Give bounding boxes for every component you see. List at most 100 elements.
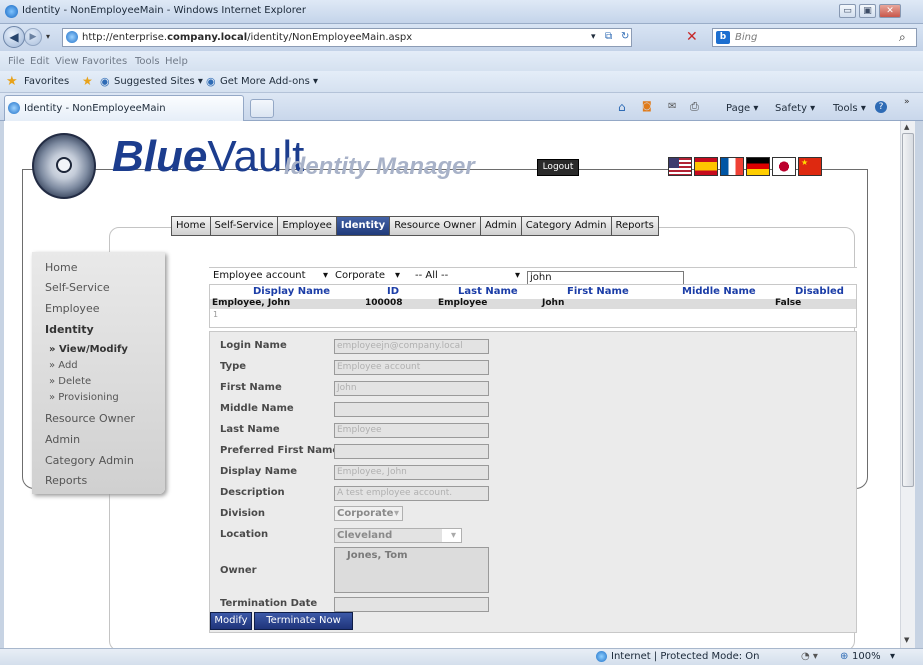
scroll-thumb[interactable] — [902, 133, 914, 487]
account-type-select[interactable]: Employee account ▾ — [213, 270, 333, 284]
termination-date-field[interactable] — [334, 597, 489, 612]
pager[interactable]: 1 — [213, 310, 218, 319]
scroll-down-icon[interactable]: ▼ — [904, 636, 909, 644]
display-name-field[interactable]: Employee, John — [334, 465, 489, 480]
terminate-now-button[interactable]: Terminate Now — [254, 612, 353, 630]
modify-button[interactable]: Modify — [210, 612, 252, 630]
sidebar-item-home[interactable]: Home — [45, 261, 77, 274]
detail-form: Login Name employeejn@company.local Type… — [209, 331, 857, 633]
flag-de-icon[interactable] — [746, 157, 770, 176]
feeds-icon[interactable]: ◙ — [642, 101, 652, 112]
back-icon[interactable]: ◀ — [3, 26, 25, 48]
address-dropdown-icon[interactable]: ▾ — [591, 32, 596, 42]
menu-tools[interactable]: Tools — [135, 56, 160, 67]
safety-menu[interactable]: Safety ▾ — [775, 103, 815, 114]
menu-favorites[interactable]: Favorites — [82, 56, 127, 67]
sidebar-sub-add[interactable]: » Add — [49, 360, 78, 371]
filter-select[interactable]: -- All -- ▾ — [415, 270, 527, 284]
sidebar-sub-delete[interactable]: » Delete — [49, 376, 91, 387]
description-field[interactable]: A test employee account. — [334, 486, 489, 501]
refresh-icon[interactable]: ↻ — [621, 31, 629, 42]
table-row[interactable]: Employee, John 100008 Employee John Fals… — [210, 298, 856, 309]
flag-es-icon[interactable] — [694, 157, 718, 176]
zoom-dropdown-icon[interactable]: ▾ — [890, 651, 895, 662]
sidebar-item-employee[interactable]: Employee — [45, 302, 99, 315]
add-favorite-icon[interactable]: ★ — [82, 74, 93, 88]
division-select[interactable]: Corporate ▾ — [335, 270, 409, 284]
favorites-button[interactable]: Favorites — [24, 76, 69, 87]
flag-jp-icon[interactable] — [772, 157, 796, 176]
location-dropdown[interactable]: Cleveland ▾ — [334, 528, 462, 543]
menu-view[interactable]: View — [55, 56, 79, 67]
sidebar-sub-provisioning[interactable]: » Provisioning — [49, 392, 119, 403]
col-display-name[interactable]: Display Name — [253, 286, 330, 297]
favorites-star-icon[interactable]: ★ — [6, 74, 18, 89]
print-icon[interactable]: ⎙ — [690, 100, 699, 114]
sidebar-item-identity[interactable]: Identity — [45, 323, 94, 336]
menu-file[interactable]: File — [8, 56, 25, 67]
login-name-field[interactable]: employeejn@company.local — [334, 339, 489, 354]
zoom-level[interactable]: 100% — [852, 651, 881, 662]
search-input[interactable]: john — [527, 271, 684, 285]
col-middle-name[interactable]: Middle Name — [682, 286, 756, 297]
recent-pages-icon[interactable]: ▾ — [46, 32, 50, 41]
nav-tab-admin[interactable]: Admin — [480, 217, 522, 235]
flag-us-icon[interactable] — [668, 157, 692, 176]
forward-icon[interactable]: ▶ — [24, 28, 42, 46]
nav-tab-home[interactable]: Home — [172, 217, 211, 235]
maximize-icon[interactable]: ▣ — [859, 4, 876, 18]
first-name-field[interactable]: John — [334, 381, 489, 396]
col-disabled[interactable]: Disabled — [795, 286, 844, 297]
middle-name-field[interactable] — [334, 402, 489, 417]
nav-tab-identity[interactable]: Identity — [336, 217, 391, 235]
sidebar-sub-view-modify[interactable]: » View/Modify — [49, 344, 128, 355]
security-zone[interactable]: Internet | Protected Mode: On — [611, 651, 759, 662]
nav-tab-employee[interactable]: Employee — [278, 217, 337, 235]
nav-tab-category-admin[interactable]: Category Admin — [521, 217, 612, 235]
sidebar-item-self-service[interactable]: Self-Service — [45, 281, 110, 294]
flag-fr-icon[interactable] — [720, 157, 744, 176]
chevron-more-icon[interactable]: » — [904, 97, 910, 107]
stop-icon[interactable]: ✕ — [686, 29, 698, 45]
close-window-icon[interactable]: ✕ — [879, 4, 901, 18]
flag-cn-icon[interactable]: ★ — [798, 157, 822, 176]
browser-tab[interactable]: Identity - NonEmployeeMain — [4, 95, 244, 121]
logout-button[interactable]: Logout — [537, 159, 579, 176]
mail-icon[interactable]: ✉ — [668, 101, 676, 112]
col-last-name[interactable]: Last Name — [458, 286, 518, 297]
division-dropdown[interactable]: Corporate ▾ — [334, 506, 403, 521]
sidebar-item-reports[interactable]: Reports — [45, 474, 87, 487]
minimize-icon[interactable]: ▭ — [839, 4, 856, 18]
preferred-first-name-field[interactable] — [334, 444, 489, 459]
new-tab-button[interactable] — [250, 99, 274, 118]
label-division: Division — [220, 508, 266, 519]
nav-tab-self-service[interactable]: Self-Service — [210, 217, 279, 235]
col-first-name[interactable]: First Name — [567, 286, 629, 297]
search-icon[interactable]: ⌕ — [899, 30, 906, 45]
tools-menu[interactable]: Tools ▾ — [833, 103, 866, 114]
sidebar-item-resource-owner[interactable]: Resource Owner — [45, 412, 135, 425]
page-menu[interactable]: Page ▾ — [726, 103, 758, 114]
protected-mode-icon[interactable]: ◔ ▾ — [801, 651, 818, 662]
suggested-sites-link[interactable]: Suggested Sites ▾ — [114, 76, 203, 87]
sidebar-item-admin[interactable]: Admin — [45, 433, 80, 446]
nav-tab-reports[interactable]: Reports — [611, 217, 658, 235]
label-preferred-first-name: Preferred First Name — [220, 445, 340, 456]
compatibility-icon[interactable]: ⧉ — [605, 31, 612, 42]
search-box[interactable]: b Bing ⌕ — [712, 28, 917, 47]
home-icon[interactable]: ⌂ — [618, 100, 626, 114]
get-addons-link[interactable]: Get More Add-ons ▾ — [220, 76, 318, 87]
menu-help[interactable]: Help — [165, 56, 188, 67]
sidebar-item-category-admin[interactable]: Category Admin — [45, 454, 134, 467]
scroll-up-icon[interactable]: ▲ — [904, 123, 909, 131]
owner-field[interactable]: Jones, Tom — [334, 547, 489, 593]
help-icon[interactable]: ? — [875, 101, 887, 113]
menu-edit[interactable]: Edit — [30, 56, 49, 67]
nav-tab-resource-owner[interactable]: Resource Owner — [390, 217, 481, 235]
vertical-scrollbar[interactable]: ▲ ▼ — [900, 121, 915, 648]
last-name-field[interactable]: Employee — [334, 423, 489, 438]
address-bar[interactable]: http://enterprise.company.local/identity… — [62, 28, 632, 47]
type-field[interactable]: Employee account — [334, 360, 489, 375]
col-id[interactable]: ID — [387, 286, 399, 297]
sidebar: Home Self-Service Employee Identity » Vi… — [32, 252, 165, 494]
